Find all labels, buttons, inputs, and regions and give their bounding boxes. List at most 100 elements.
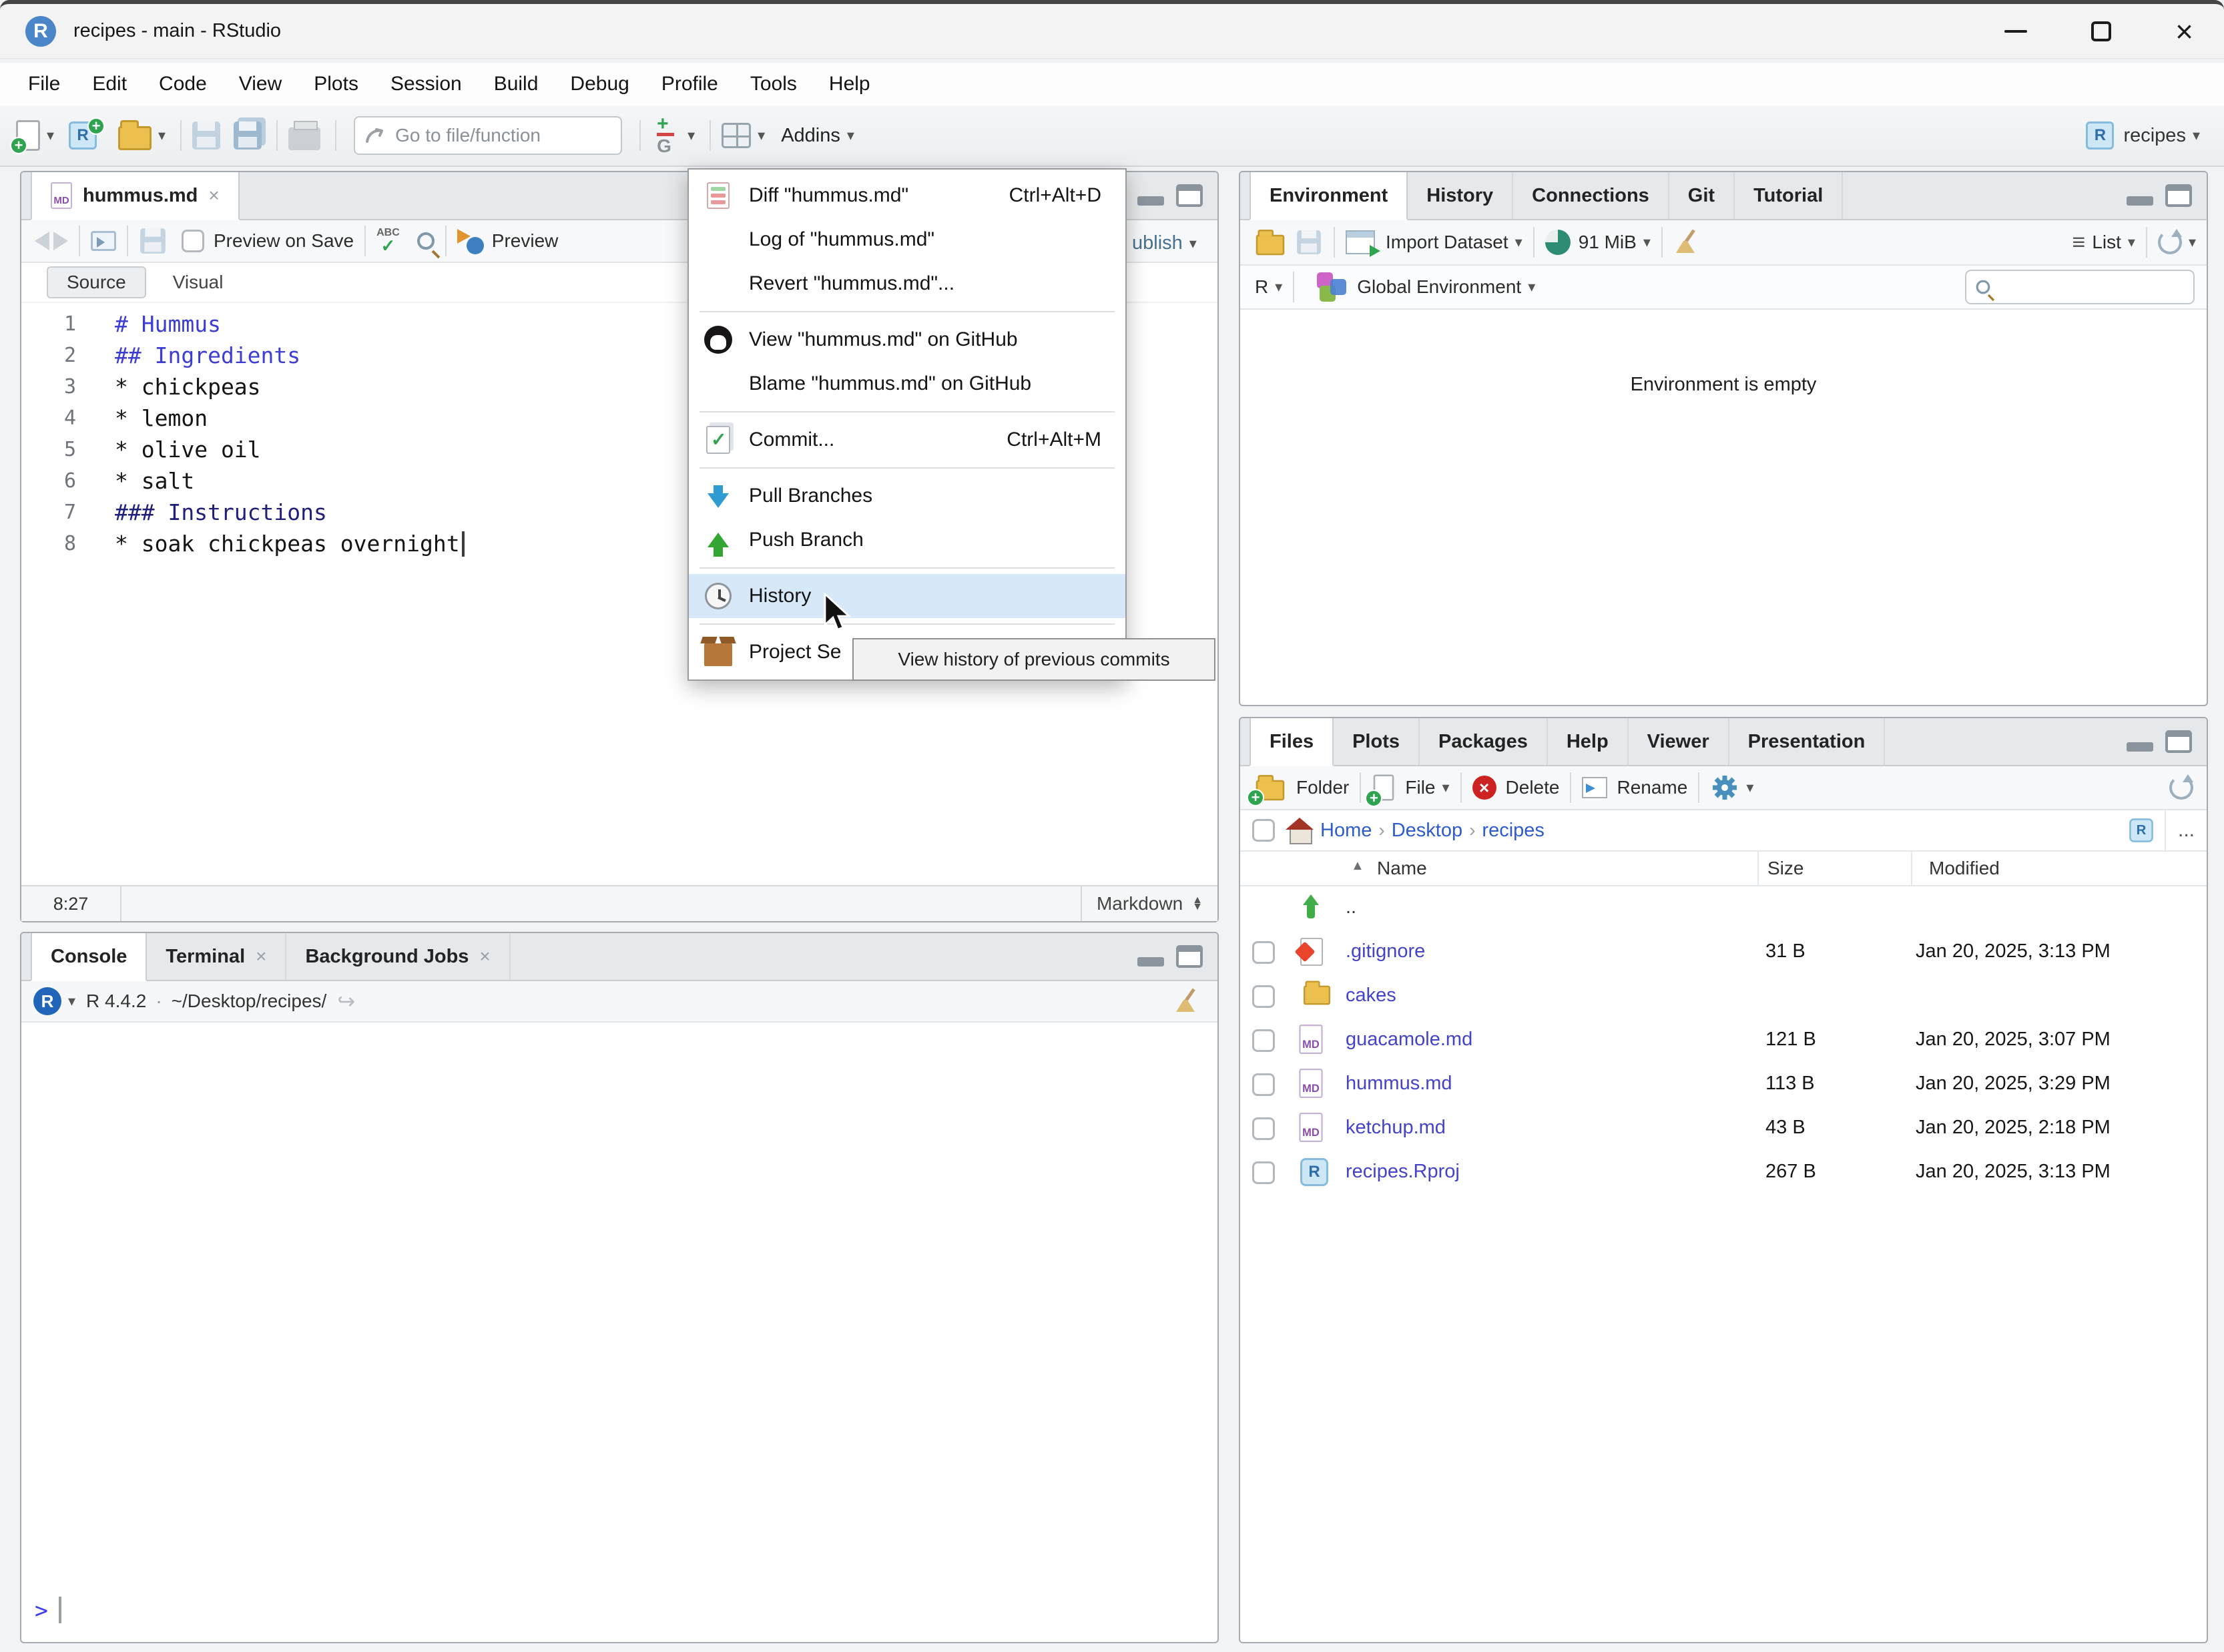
tab-terminal[interactable]: Terminal×: [147, 933, 286, 980]
new-folder-button[interactable]: Folder: [1296, 777, 1349, 798]
vcs-caret-icon[interactable]: ▾: [687, 127, 695, 144]
file-link[interactable]: guacamole.md: [1346, 1029, 1472, 1051]
menu-view[interactable]: View: [223, 73, 298, 95]
project-selector[interactable]: R recipes ▾: [2086, 121, 2200, 150]
import-caret-icon[interactable]: ▾: [1515, 234, 1522, 251]
sort-ascending-icon[interactable]: ▲: [1351, 858, 1364, 874]
file-checkbox[interactable]: [1252, 1117, 1275, 1140]
language-caret-icon[interactable]: ▾: [1275, 278, 1282, 296]
path-more-button[interactable]: ...: [2165, 810, 2207, 850]
pane-minimize-icon[interactable]: [2127, 196, 2153, 206]
menu-item-pull-branches[interactable]: Pull Branches: [689, 474, 1125, 518]
menu-code[interactable]: Code: [143, 73, 223, 95]
list-view-button[interactable]: List: [2092, 232, 2121, 253]
rename-button[interactable]: Rename: [1617, 777, 1687, 798]
parent-directory-link[interactable]: ..: [1346, 896, 1356, 918]
goto-file-input[interactable]: Go to file/function: [354, 116, 622, 155]
save-doc-icon[interactable]: [140, 228, 166, 254]
file-link[interactable]: ketchup.md: [1346, 1117, 1446, 1139]
menu-item-push-branch[interactable]: Push Branch: [689, 518, 1125, 562]
tab-help[interactable]: Help: [1548, 718, 1629, 765]
load-workspace-icon[interactable]: [1256, 235, 1285, 256]
file-row[interactable]: R recipes.Rproj 267 B Jan 20, 2025, 3:13…: [1240, 1151, 2207, 1195]
new-file-button[interactable]: File: [1405, 777, 1435, 798]
menu-debug[interactable]: Debug: [554, 73, 645, 95]
file-row[interactable]: MD guacamole.md 121 B Jan 20, 2025, 3:07…: [1240, 1019, 2207, 1063]
list-caret-icon[interactable]: ▾: [2128, 234, 2135, 251]
menu-session[interactable]: Session: [374, 73, 478, 95]
save-button[interactable]: [192, 121, 220, 150]
tab-plots[interactable]: Plots: [1334, 718, 1420, 765]
save-all-button[interactable]: [234, 121, 262, 150]
clear-environment-icon[interactable]: [1673, 229, 1700, 256]
tab-files[interactable]: Files: [1249, 718, 1334, 766]
menu-item-view-on-github[interactable]: View "hummus.md" on GitHub: [689, 318, 1125, 362]
menu-profile[interactable]: Profile: [645, 73, 734, 95]
column-modified[interactable]: Modified: [1929, 858, 2000, 879]
new-file-caret-icon[interactable]: ▾: [1442, 779, 1450, 796]
breadcrumb-desktop[interactable]: Desktop: [1392, 820, 1462, 842]
menu-item-log[interactable]: Log of "hummus.md": [689, 218, 1125, 262]
window-minimize-icon[interactable]: [2004, 30, 2027, 33]
file-row[interactable]: cakes: [1240, 975, 2207, 1019]
vcs-button[interactable]: +G ▾: [651, 117, 695, 154]
pane-minimize-icon[interactable]: [1137, 957, 1164, 967]
file-link[interactable]: .gitignore: [1346, 940, 1425, 962]
pane-maximize-icon[interactable]: [2165, 730, 2192, 753]
tab-git[interactable]: Git: [1669, 172, 1735, 219]
preview-button[interactable]: Preview: [492, 230, 559, 252]
tab-close-icon[interactable]: ×: [479, 946, 490, 967]
source-mode-button[interactable]: Source: [47, 266, 146, 298]
r-version-caret-icon[interactable]: ▾: [68, 993, 75, 1010]
console-output[interactable]: >: [21, 1023, 1217, 1642]
tab-close-icon[interactable]: ×: [208, 185, 219, 206]
file-checkbox[interactable]: [1252, 1073, 1275, 1096]
tab-packages[interactable]: Packages: [1420, 718, 1548, 765]
environment-search-input[interactable]: [1965, 270, 2195, 304]
scope-selector[interactable]: Global Environment: [1357, 276, 1521, 298]
file-checkbox[interactable]: [1252, 1029, 1275, 1052]
new-project-button[interactable]: R +: [69, 121, 114, 150]
open-directory-icon[interactable]: ↪: [337, 989, 355, 1014]
tab-hummus-md[interactable]: MD hummus.md ×: [31, 172, 240, 220]
addins-button[interactable]: Addins ▾: [769, 125, 854, 147]
tab-background-jobs[interactable]: Background Jobs×: [286, 933, 510, 980]
memory-usage-label[interactable]: 91 MiB: [1579, 232, 1637, 253]
refresh-caret-icon[interactable]: ▾: [2189, 234, 2196, 251]
refresh-environment-icon[interactable]: [2158, 230, 2182, 254]
panes-caret-icon[interactable]: ▾: [758, 127, 765, 144]
publish-button[interactable]: ublish ▾: [1132, 232, 1197, 254]
tab-tutorial[interactable]: Tutorial: [1735, 172, 1843, 219]
tab-environment[interactable]: Environment: [1249, 172, 1408, 220]
print-button[interactable]: [288, 121, 320, 150]
file-checkbox[interactable]: [1252, 941, 1275, 964]
pane-minimize-icon[interactable]: [1137, 196, 1164, 206]
menu-item-history[interactable]: History: [689, 574, 1125, 618]
menu-item-diff[interactable]: Diff "hummus.md" Ctrl+Alt+D: [689, 174, 1125, 218]
file-row[interactable]: MD ketchup.md 43 B Jan 20, 2025, 2:18 PM: [1240, 1107, 2207, 1151]
scope-caret-icon[interactable]: ▾: [1528, 278, 1535, 296]
menu-file[interactable]: File: [12, 73, 76, 95]
workspace-panes-button[interactable]: ▾: [722, 123, 765, 148]
file-checkbox[interactable]: [1252, 985, 1275, 1008]
menu-item-blame-on-github[interactable]: Blame "hummus.md" on GitHub: [689, 362, 1125, 406]
document-mode-selector[interactable]: Markdown ▲▼: [1081, 886, 1217, 921]
nav-back-icon[interactable]: [35, 232, 49, 250]
new-file-button[interactable]: + ▾: [16, 120, 54, 151]
tab-viewer[interactable]: Viewer: [1629, 718, 1729, 765]
file-row[interactable]: MD hummus.md 113 B Jan 20, 2025, 3:29 PM: [1240, 1063, 2207, 1107]
tab-console[interactable]: Console: [31, 933, 147, 981]
open-file-caret-icon[interactable]: ▾: [158, 127, 166, 144]
preview-on-save-checkbox[interactable]: [182, 230, 204, 252]
window-close-icon[interactable]: ×: [2175, 21, 2193, 41]
gear-caret-icon[interactable]: ▾: [1746, 779, 1753, 796]
breadcrumb-recipes[interactable]: recipes: [1482, 820, 1545, 842]
r-version-icon[interactable]: R: [33, 987, 61, 1015]
new-file-caret-icon[interactable]: ▾: [47, 127, 54, 144]
import-dataset-button[interactable]: Import Dataset: [1386, 232, 1508, 253]
find-replace-icon[interactable]: [417, 232, 435, 250]
folder-link[interactable]: cakes: [1346, 985, 1396, 1007]
refresh-files-icon[interactable]: [2169, 776, 2193, 800]
language-selector[interactable]: R: [1255, 276, 1268, 298]
nav-forward-icon[interactable]: [53, 232, 68, 250]
